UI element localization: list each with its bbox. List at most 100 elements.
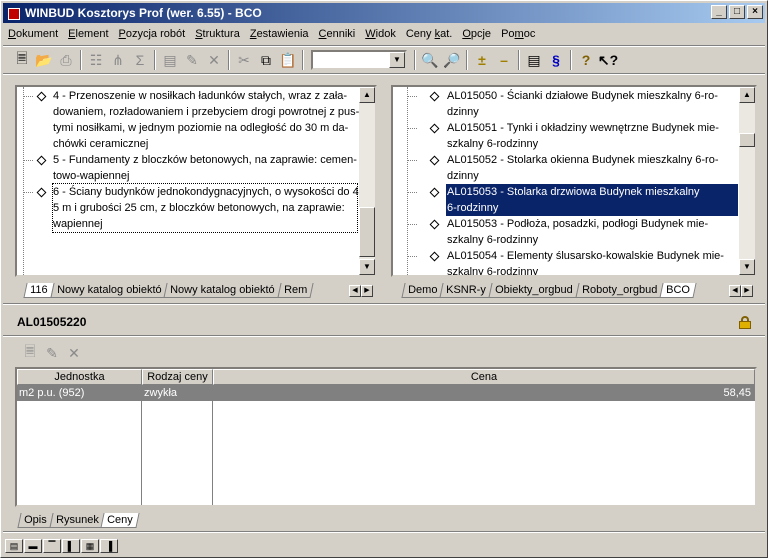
layout-grid-icon[interactable]: ▦ [81,539,99,553]
new-document-icon[interactable]: 🗏 [11,49,33,71]
catalog-item-al015053-selected[interactable]: AL015053 - Stolarka drzwiowa Budynek mie… [446,184,738,216]
catalog-item-al015052[interactable]: AL015052 - Stolarka okienna Budynek mies… [447,152,718,184]
tabs-right-arrow-icon[interactable]: ▶ [361,285,373,297]
tab-ksnr-y[interactable]: KSNR-y [439,283,493,298]
left-tree-pane[interactable]: 4 - Przenoszenie w nosiłkach ładunków st… [15,85,377,277]
menu-element[interactable]: Element [63,28,113,40]
menu-dokument[interactable]: Dokument [3,28,63,40]
layout-split-icon[interactable]: ▤ [5,539,23,553]
main-window: WINBUD Kosztorys Prof (wer. 6.55) - BCO … [0,0,768,558]
scroll-thumb[interactable] [359,207,375,257]
title-bar[interactable]: WINBUD Kosztorys Prof (wer. 6.55) - BCO … [3,3,765,23]
maximize-button[interactable]: □ [729,5,745,19]
right-tree-pane[interactable]: AL015050 - Ścianki działowe Budynek mies… [391,85,757,277]
detail-tabs: Opis Rysunek Ceny [17,513,140,530]
tab-nowy-katalog-1[interactable]: Nowy katalog obiektó [49,283,168,298]
tree-item-4[interactable]: 4 - Przenoszenie w nosiłkach ładunków st… [53,88,359,152]
cell-price-type: zwykła [144,387,178,399]
column-header-cena[interactable]: Cena [213,369,755,385]
paste-icon[interactable]: 📋 [277,49,299,71]
find-icon[interactable]: 🔍 [419,49,441,71]
catalog-item-al015051[interactable]: AL015051 - Tynki i okładziny wewnętrzne … [447,120,719,152]
column-header-jednostka[interactable]: Jednostka [17,369,142,385]
tree-node-icon [36,91,47,102]
tabs-right-arrow-icon[interactable]: ▶ [741,285,753,297]
tab-roboty-orgbud[interactable]: Roboty_orgbud [575,283,664,298]
tab-nowy-katalog-2[interactable]: Nowy katalog obiektó [163,283,282,298]
report-icon[interactable]: ▤ [523,49,545,71]
menu-ceny-kat[interactable]: Ceny kat. [401,28,457,40]
tab-opis[interactable]: Opis [17,513,54,528]
scroll-down-icon[interactable]: ▼ [359,259,375,275]
catalog-item-al015053[interactable]: AL015053 - Podłoża, posadzki, podłogi Bu… [447,216,708,248]
zoom-combo[interactable]: ▼ [311,50,407,70]
lock-icon[interactable] [739,316,751,329]
layout-right-icon[interactable]: ▐ [100,539,118,553]
app-icon[interactable] [6,5,22,21]
print-icon[interactable]: ⎙ [55,49,77,71]
structure-icon[interactable]: ⋔ [107,49,129,71]
tab-bco[interactable]: BCO [659,283,697,298]
scroll-up-icon[interactable]: ▲ [359,87,375,103]
catalog-item-al015054[interactable]: AL015054 - Elementy ślusarsko-kowalskie … [447,248,724,275]
tree-item-5[interactable]: 5 - Fundamenty z bloczków betonowych, na… [53,152,357,184]
tabs-left-arrow-icon[interactable]: ◀ [349,285,361,297]
right-tree-scrollbar[interactable]: ▲ ▼ [739,87,755,275]
minimize-button[interactable]: _ [711,5,727,19]
find-next-icon[interactable]: 🔎 [441,49,463,71]
left-catalog-tabs: 116 Nowy katalog obiektó Nowy katalog ob… [23,283,314,300]
tab-ceny[interactable]: Ceny [100,513,140,528]
menu-widok[interactable]: Widok [360,28,401,40]
edit-price-icon[interactable]: ✎ [41,342,63,364]
context-help-icon[interactable]: ↖? [597,49,619,71]
left-tree-scrollbar[interactable]: ▲ ▼ [359,87,375,275]
edit-icon[interactable]: ✎ [181,49,203,71]
tree-node-icon [429,219,440,230]
delete-icon[interactable]: ✕ [203,49,225,71]
plus-minus-icon[interactable]: ± [471,49,493,71]
layout-top-icon[interactable]: ▔ [43,539,61,553]
layout-left-icon[interactable]: ▌ [62,539,80,553]
new-price-icon[interactable]: 🗏 [19,342,41,364]
menu-struktura[interactable]: Struktura [190,28,245,40]
menu-pozycja-robot[interactable]: Pozycja robót [114,28,191,40]
tree-node-icon [429,155,440,166]
chevron-down-icon[interactable]: ▼ [389,52,405,68]
right-catalog-tabs: Demo KSNR-y Obiekty_orgbud Roboty_orgbud… [401,283,697,300]
open-folder-icon[interactable]: 📂 [33,49,55,71]
menu-cenniki[interactable]: Cenniki [314,28,361,40]
scroll-thumb[interactable] [739,133,755,147]
tree-node-icon [429,251,440,262]
delete-price-icon[interactable]: ✕ [63,342,85,364]
copy-icon[interactable]: ⧉ [255,49,277,71]
menu-opcje[interactable]: Opcje [457,28,496,40]
tab-rem[interactable]: Rem [277,283,314,298]
tree-node-icon [429,187,440,198]
column-header-rodzaj-ceny[interactable]: Rodzaj ceny [142,369,213,385]
tab-116[interactable]: 116 [23,283,55,298]
element-code: AL01505220 [17,315,87,329]
status-bar: ▤ ▬ ▔ ▌ ▦ ▐ [3,537,765,555]
price-grid[interactable]: Jednostka Rodzaj ceny Cena m2 p.u. (952)… [15,367,757,507]
catalog-item-al015050[interactable]: AL015050 - Ścianki działowe Budynek mies… [447,88,718,120]
tab-demo[interactable]: Demo [401,283,444,298]
tab-rysunek[interactable]: Rysunek [49,513,106,528]
scroll-up-icon[interactable]: ▲ [739,87,755,103]
dash-icon[interactable]: – [493,49,515,71]
tree-item-6[interactable]: 6 - Ściany budynków jednokondygnacyjnych… [53,184,362,232]
tree-icon[interactable]: ☷ [85,49,107,71]
help-icon[interactable]: ? [575,49,597,71]
tab-obiekty-orgbud[interactable]: Obiekty_orgbud [488,283,580,298]
cut-icon[interactable]: ✂ [233,49,255,71]
paragraph-icon[interactable]: § [545,49,567,71]
sum-icon[interactable]: Σ [129,49,151,71]
scroll-down-icon[interactable]: ▼ [739,259,755,275]
table-row[interactable]: m2 p.u. (952) zwykła 58,45 [17,385,755,401]
close-button[interactable]: × [747,5,763,19]
layout-horizontal-icon[interactable]: ▬ [24,539,42,553]
pane-splitter[interactable] [3,303,765,305]
insert-icon[interactable]: ▤ [159,49,181,71]
menu-zestawienia[interactable]: Zestawienia [245,28,314,40]
tabs-left-arrow-icon[interactable]: ◀ [729,285,741,297]
menu-pomoc[interactable]: Pomoc [496,28,540,40]
